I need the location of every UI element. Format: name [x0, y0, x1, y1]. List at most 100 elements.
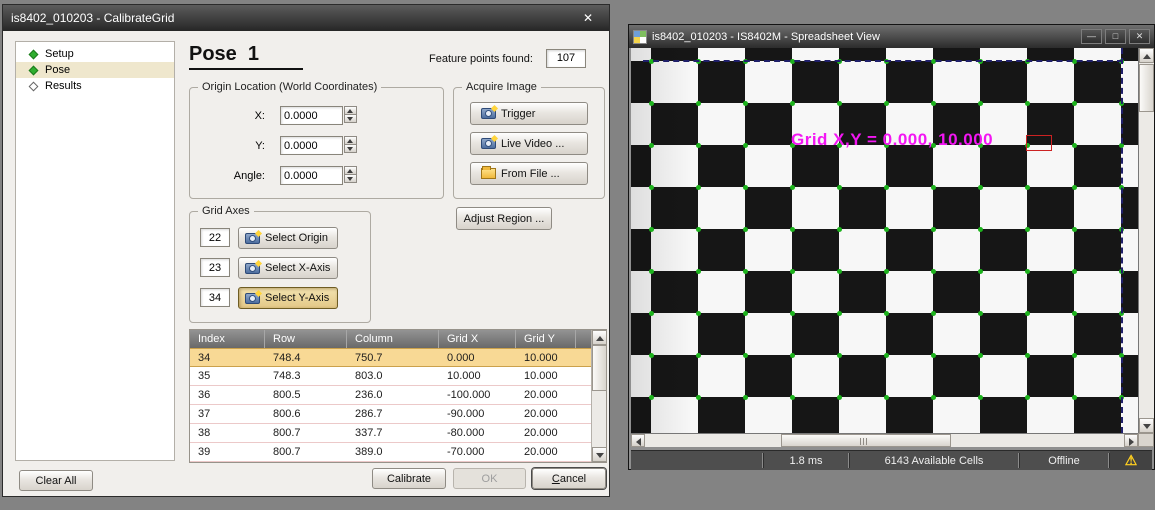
feature-point: [884, 353, 889, 358]
scroll-left-icon[interactable]: [631, 434, 645, 447]
origin-fields: X:Y:Angle:: [190, 102, 443, 192]
scrollbar-thumb[interactable]: [592, 345, 607, 391]
feature-point: [837, 227, 842, 232]
axis-cell-input-select-y-axis[interactable]: [200, 288, 230, 307]
spin-down-icon[interactable]: [344, 114, 357, 123]
table-row[interactable]: 36800.5236.0-100.00020.000: [190, 386, 606, 405]
axis-cell-input-select-origin[interactable]: [200, 228, 230, 247]
button-label: Select Origin: [265, 232, 328, 244]
page-title: Pose 1: [189, 43, 303, 70]
table-cell: 35: [190, 367, 265, 385]
feature-point: [837, 311, 842, 316]
feature-point: [884, 227, 889, 232]
origin-input-y[interactable]: [280, 136, 343, 155]
feature-point: [696, 227, 701, 232]
feature-point: [884, 269, 889, 274]
table-scrollbar[interactable]: [591, 330, 606, 462]
scrollbar-thumb[interactable]: [781, 434, 951, 447]
tree-item-setup[interactable]: Setup: [16, 46, 174, 62]
camera-icon: [481, 138, 496, 149]
scroll-down-icon[interactable]: [1139, 418, 1154, 433]
horizontal-scrollbar[interactable]: [631, 433, 1138, 447]
minimize-icon[interactable]: —: [1081, 29, 1102, 44]
column-header: Grid X: [439, 330, 516, 348]
table-cell: 803.0: [347, 367, 439, 385]
calibrate-button[interactable]: Calibrate: [372, 468, 446, 489]
group-title: Origin Location (World Coordinates): [198, 81, 381, 93]
spin-down-icon[interactable]: [344, 144, 357, 153]
table-cell: 0.000: [439, 349, 516, 366]
region-dashed-line-horizontal: [643, 60, 1123, 62]
feature-point: [1072, 269, 1077, 274]
feature-point: [1072, 101, 1077, 106]
scrollbar-thumb[interactable]: [1139, 64, 1154, 112]
scroll-up-icon[interactable]: [592, 330, 607, 345]
origin-field-row: Y:: [190, 132, 443, 162]
from-file-button[interactable]: From File ...: [470, 162, 588, 185]
table-cell: 337.7: [347, 424, 439, 442]
feature-point: [743, 101, 748, 106]
table-row[interactable]: 34748.4750.70.00010.000: [190, 348, 606, 367]
table-cell: 389.0: [347, 443, 439, 461]
origin-input-x[interactable]: [280, 106, 343, 125]
dialog-titlebar[interactable]: is8402_010203 - CalibrateGrid ✕: [3, 5, 609, 31]
feature-point: [978, 101, 983, 106]
feature-point: [790, 101, 795, 106]
warning-icon[interactable]: ⚠: [1110, 451, 1152, 470]
feature-point: [790, 185, 795, 190]
select-origin-button[interactable]: Select Origin: [238, 227, 338, 249]
table-row[interactable]: 38800.7337.7-80.00020.000: [190, 424, 606, 443]
select-y-axis-button[interactable]: Select Y-Axis: [238, 287, 338, 309]
table-cell: 750.7: [347, 349, 439, 366]
clear-all-button[interactable]: Clear All: [19, 470, 93, 491]
feature-point: [743, 353, 748, 358]
table-cell: 20.000: [516, 405, 576, 423]
feature-point: [1072, 395, 1077, 400]
dialog-body: SetupPoseResults Pose 1 Feature points f…: [3, 31, 609, 496]
feature-point: [743, 185, 748, 190]
live-video-button[interactable]: Live Video ...: [470, 132, 588, 155]
table-cell: 286.7: [347, 405, 439, 423]
feature-point: [1025, 101, 1030, 106]
feature-point: [837, 269, 842, 274]
tree-item-label: Pose: [45, 64, 70, 76]
status-available-cells: 6143 Available Cells: [850, 451, 1018, 470]
axis-cell-input-select-x-axis[interactable]: [200, 258, 230, 277]
field-label: X:: [195, 110, 265, 122]
window-title: is8402_010203 - IS8402M - Spreadsheet Vi…: [652, 31, 1078, 43]
table-row[interactable]: 37800.6286.7-90.00020.000: [190, 405, 606, 424]
folder-icon: [481, 168, 496, 179]
window-titlebar[interactable]: is8402_010203 - IS8402M - Spreadsheet Vi…: [629, 25, 1154, 48]
adjust-region-button[interactable]: Adjust Region ...: [456, 207, 552, 230]
feature-point: [1072, 143, 1077, 148]
column-header: Index: [190, 330, 265, 348]
scroll-down-icon[interactable]: [592, 447, 607, 462]
feature-point: [696, 185, 701, 190]
spin-down-icon[interactable]: [344, 174, 357, 183]
close-icon[interactable]: ✕: [1129, 29, 1150, 44]
select-x-axis-button[interactable]: Select X-Axis: [238, 257, 338, 279]
close-icon[interactable]: ✕: [575, 11, 601, 25]
ok-button: OK: [453, 468, 526, 489]
maximize-icon[interactable]: □: [1105, 29, 1126, 44]
origin-input-angle[interactable]: [280, 166, 343, 185]
quantity-stepper: [344, 166, 357, 185]
table-row[interactable]: 35748.3803.010.00010.000: [190, 367, 606, 386]
region-dashed-line-vertical: [1121, 48, 1123, 433]
origin-location-group: Origin Location (World Coordinates) X:Y:…: [189, 87, 444, 199]
scroll-right-icon[interactable]: [1124, 434, 1138, 447]
tree-item-pose[interactable]: Pose: [16, 62, 174, 78]
cancel-button[interactable]: Cancel: [532, 468, 606, 489]
feature-point: [696, 143, 701, 148]
diamond-icon: [29, 81, 39, 91]
feature-point: [837, 101, 842, 106]
tree-item-results[interactable]: Results: [16, 78, 174, 94]
vertical-scrollbar[interactable]: [1138, 48, 1154, 433]
group-title: Acquire Image: [462, 81, 541, 93]
image-viewport[interactable]: Grid X,Y = 0.000, 10.000: [631, 48, 1138, 433]
feature-point: [649, 353, 654, 358]
table-row[interactable]: 39800.7389.0-70.00020.000: [190, 443, 606, 462]
trigger-button[interactable]: Trigger: [470, 102, 588, 125]
feature-point: [790, 269, 795, 274]
scroll-up-icon[interactable]: [1139, 48, 1154, 63]
